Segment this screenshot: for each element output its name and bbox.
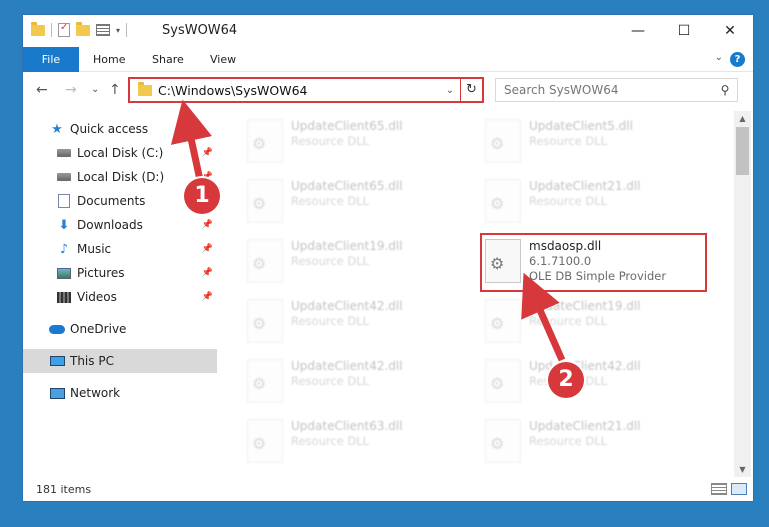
arrow-to-address-bar (170, 99, 212, 181)
callout-step-2: 2 (548, 362, 584, 398)
arrow-to-msdaosp-file (521, 272, 566, 362)
callout-step-1: 1 (184, 178, 220, 214)
annotation-arrows (170, 99, 566, 362)
